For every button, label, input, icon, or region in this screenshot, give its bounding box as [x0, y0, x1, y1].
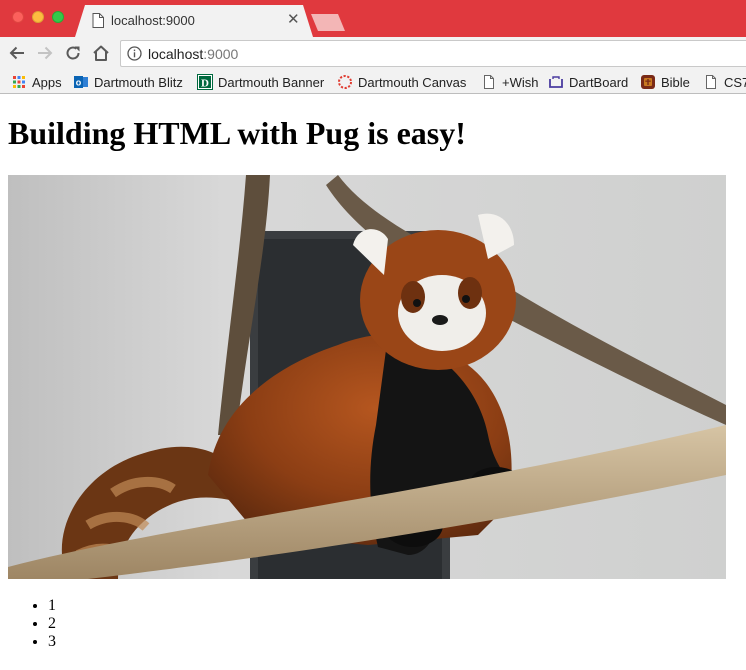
- back-arrow-icon[interactable]: [7, 43, 27, 63]
- red-panda-photo: [8, 175, 726, 579]
- page-icon: [703, 74, 719, 90]
- page-icon: [481, 74, 497, 90]
- list-item: 3: [48, 633, 56, 651]
- bookmark-dartmouth-banner[interactable]: D Dartmouth Banner: [197, 73, 324, 91]
- bookmark-apps[interactable]: Apps: [11, 73, 62, 91]
- tab-close-icon[interactable]: ✕: [287, 11, 300, 29]
- dartmouth-d-icon: D: [197, 74, 213, 90]
- window-close-button[interactable]: [12, 11, 24, 23]
- browser-tab-strip: localhost:9000 ✕: [0, 0, 746, 37]
- number-list: 1 2 3: [48, 597, 56, 651]
- browser-tab-active[interactable]: localhost:9000 ✕: [75, 5, 313, 37]
- page-heading: Building HTML with Pug is easy!: [8, 115, 466, 151]
- canvas-icon: [337, 74, 353, 90]
- dartboard-icon: [548, 74, 564, 90]
- svg-text:D: D: [201, 78, 209, 90]
- bookmark-cs7[interactable]: CS7: [703, 73, 746, 91]
- bookmark-bible[interactable]: Bible: [640, 73, 690, 91]
- list-item: 2: [48, 615, 56, 633]
- url-text: localhost:9000: [148, 46, 239, 62]
- document-icon: [92, 13, 104, 28]
- info-icon[interactable]: [127, 46, 142, 61]
- browser-toolbar: localhost:9000: [0, 37, 746, 69]
- svg-text:o: o: [76, 78, 82, 88]
- window-maximize-button[interactable]: [52, 11, 64, 23]
- tab-title: localhost:9000: [111, 13, 195, 28]
- address-bar[interactable]: localhost:9000: [120, 40, 746, 67]
- bookmark-dartmouth-canvas[interactable]: Dartmouth Canvas: [337, 73, 466, 91]
- new-tab-button[interactable]: [311, 14, 345, 31]
- window-minimize-button[interactable]: [32, 11, 44, 23]
- bookmark-wish[interactable]: +Wish: [481, 73, 538, 91]
- reload-icon[interactable]: [63, 43, 83, 63]
- bible-icon: [640, 74, 656, 90]
- home-icon[interactable]: [91, 43, 111, 63]
- list-item: 1: [48, 597, 56, 615]
- bookmark-dartmouth-blitz[interactable]: o Dartmouth Blitz: [73, 73, 183, 91]
- apps-grid-icon: [11, 74, 27, 90]
- bookmarks-bar: Apps o Dartmouth Blitz D Dartmouth Banne…: [0, 69, 746, 94]
- outlook-icon: o: [73, 74, 89, 90]
- bookmark-dartboard[interactable]: DartBoard: [548, 73, 628, 91]
- forward-arrow-icon[interactable]: [35, 43, 55, 63]
